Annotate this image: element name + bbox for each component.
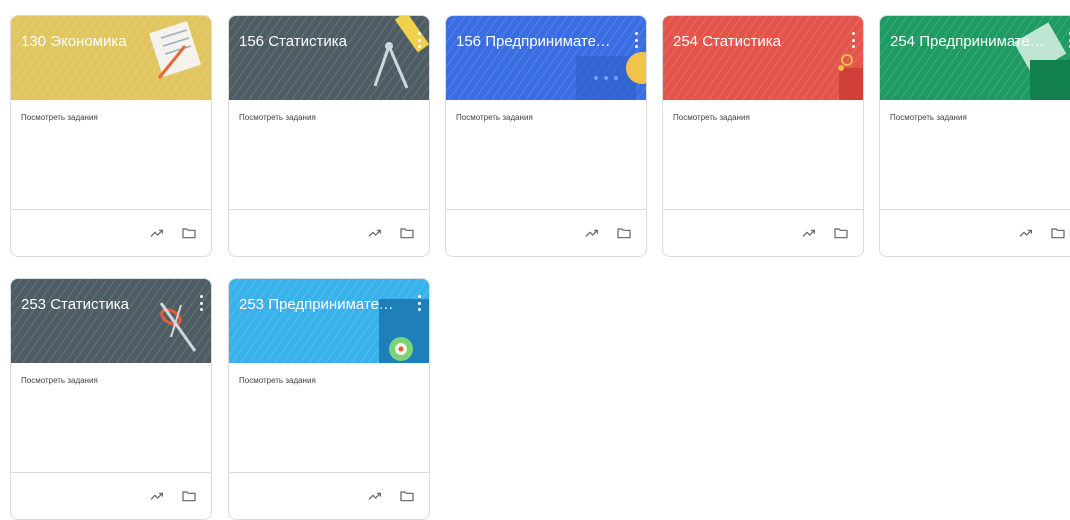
trending-up-icon[interactable] — [584, 225, 600, 241]
view-assignments-link[interactable]: Посмотреть задания — [239, 113, 316, 122]
course-banner[interactable]: 156 Статистика — [229, 16, 429, 100]
course-banner[interactable]: 254 Предпринимательство — [880, 16, 1070, 100]
view-assignments-link[interactable]: Посмотреть задания — [890, 113, 967, 122]
trending-up-icon[interactable] — [149, 488, 165, 504]
view-assignments-link[interactable]: Посмотреть задания — [21, 376, 98, 385]
course-title[interactable]: 254 Предпринимательство — [890, 33, 1050, 50]
folder-icon[interactable] — [1050, 225, 1066, 241]
trending-up-icon[interactable] — [1018, 225, 1034, 241]
more-options-icon[interactable] — [635, 32, 638, 48]
course-card[interactable]: 254 Предпринимательство Посмотреть задан… — [879, 15, 1070, 257]
course-card[interactable]: 253 Статистика Посмотреть задания — [10, 278, 212, 520]
folder-icon[interactable] — [181, 225, 197, 241]
course-card[interactable]: 156 Предпринимательство Посмотреть задан… — [445, 15, 647, 257]
course-banner[interactable]: 156 Предпринимательство — [446, 16, 646, 100]
course-banner[interactable]: 253 Статистика — [11, 279, 211, 363]
trending-up-icon[interactable] — [367, 225, 383, 241]
trending-up-icon[interactable] — [149, 225, 165, 241]
trending-up-icon[interactable] — [801, 225, 817, 241]
card-footer — [880, 209, 1070, 256]
abacus-illustration — [576, 52, 646, 100]
course-banner[interactable]: 253 Предпринимательство — [229, 279, 429, 363]
folder-icon[interactable] — [833, 225, 849, 241]
notebook-illustration — [149, 21, 201, 79]
trending-up-icon[interactable] — [367, 488, 383, 504]
scissors-illustration — [159, 302, 197, 352]
course-card[interactable]: 254 Статистика Посмотреть задания — [662, 15, 864, 257]
course-banner[interactable]: 254 Статистика — [663, 16, 863, 100]
more-options-icon[interactable] — [852, 32, 855, 48]
more-options-icon[interactable] — [418, 295, 421, 311]
course-card[interactable]: 130 Экономика Посмотреть задания — [10, 15, 212, 257]
course-banner[interactable]: 130 Экономика — [11, 16, 211, 100]
more-options-icon[interactable] — [418, 32, 421, 48]
view-assignments-link[interactable]: Посмотреть задания — [456, 113, 533, 122]
card-footer — [229, 472, 429, 519]
view-assignments-link[interactable]: Посмотреть задания — [21, 113, 98, 122]
course-title[interactable]: 156 Предпринимательство — [456, 33, 616, 50]
card-footer — [663, 209, 863, 256]
papers-illustration — [1013, 22, 1070, 100]
card-footer — [11, 472, 211, 519]
view-assignments-link[interactable]: Посмотреть задания — [239, 376, 316, 385]
folder-icon[interactable] — [399, 225, 415, 241]
card-footer — [446, 209, 646, 256]
more-options-icon[interactable] — [200, 295, 203, 311]
card-footer — [229, 209, 429, 256]
course-title[interactable]: 254 Статистика — [673, 33, 833, 50]
target-illustration — [379, 299, 429, 363]
compass-illustration — [373, 16, 429, 89]
folder-icon[interactable] — [181, 488, 197, 504]
course-title[interactable]: 130 Экономика — [21, 33, 181, 50]
view-assignments-link[interactable]: Посмотреть задания — [673, 113, 750, 122]
course-card[interactable]: 253 Предпринимательство Посмотреть задан… — [228, 278, 430, 520]
gears-illustration — [838, 54, 863, 100]
course-title[interactable]: 253 Статистика — [21, 296, 181, 313]
card-footer — [11, 209, 211, 256]
course-title[interactable]: 253 Предпринимательство — [239, 296, 399, 313]
folder-icon[interactable] — [616, 225, 632, 241]
course-title[interactable]: 156 Статистика — [239, 33, 399, 50]
course-card[interactable]: 156 Статистика Посмотреть задания — [228, 15, 430, 257]
folder-icon[interactable] — [399, 488, 415, 504]
